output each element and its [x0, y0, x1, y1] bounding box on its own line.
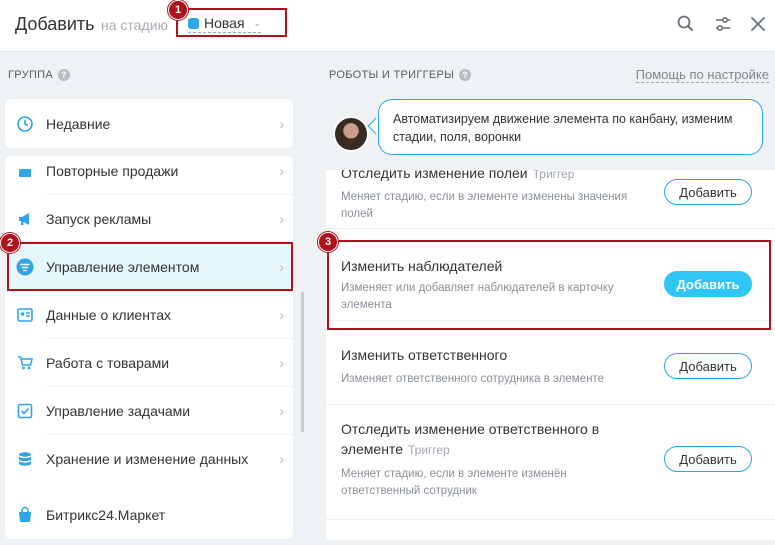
group-item-label: Работа с товарами — [46, 355, 170, 371]
group-item-label: Битрикс24.Маркет — [46, 506, 166, 523]
robots-title-text: РОБОТЫ И ТРИГГЕРЫ — [329, 69, 455, 81]
group-item-market[interactable]: Битрикс24.Маркет — [5, 490, 293, 539]
annotation-box-stage — [176, 8, 287, 37]
add-button[interactable]: Добавить — [664, 179, 752, 205]
add-robot-dialog: Добавить на стадию Новая ⌄ 1 ГРУППА ? Не… — [0, 0, 775, 545]
group-item-tasks[interactable]: Управление задачами › — [5, 387, 293, 435]
chevron-right-icon: › — [279, 451, 284, 467]
add-button[interactable]: Добавить — [664, 353, 752, 379]
history-icon — [17, 115, 33, 132]
group-list-scrollbar[interactable] — [301, 292, 304, 432]
group-item-label: Запуск рекламы — [46, 211, 152, 227]
chevron-right-icon: › — [279, 115, 284, 132]
robots-list: Отследить изменение полей Триггер Меняет … — [326, 170, 775, 540]
robot-description: Изменяет ответственного сотрудника в эле… — [341, 373, 604, 385]
repeat-sales-icon — [19, 169, 31, 177]
robot-title: Отследить изменение полей Триггер — [341, 170, 574, 184]
trigger-tag: Триггер — [532, 170, 575, 181]
annotation-badge-3: 3 — [318, 232, 338, 252]
help-icon[interactable]: ? — [58, 69, 70, 81]
settings-sliders-icon[interactable] — [712, 13, 734, 35]
header-bar: Добавить на стадию Новая ⌄ — [0, 0, 775, 52]
group-title-text: ГРУППА — [8, 69, 53, 81]
trigger-tag: Триггер — [407, 443, 450, 457]
at-stage-label: на стадию — [101, 17, 168, 33]
robot-description: Меняет стадию, если в элементе изменены … — [341, 191, 628, 220]
group-item-client-data[interactable]: Данные о клиентах › — [5, 291, 293, 339]
chevron-right-icon: › — [279, 163, 284, 179]
megaphone-icon — [19, 213, 29, 225]
close-icon[interactable] — [747, 13, 769, 35]
group-item-ad-launch[interactable]: Запуск рекламы › — [5, 195, 293, 243]
market-bag-icon — [19, 506, 31, 522]
task-check-icon — [17, 403, 33, 419]
group-item-recent[interactable]: Недавние › — [5, 99, 293, 148]
robots-section-title: РОБОТЫ И ТРИГГЕРЫ ? — [329, 69, 472, 81]
dialog-title: Добавить — [15, 14, 95, 34]
annotation-badge-1: 1 — [168, 0, 188, 20]
chevron-right-icon: › — [279, 211, 284, 227]
assistant-avatar — [333, 116, 369, 152]
group-item-label: Хранение и изменение данных — [46, 451, 249, 467]
contact-card-icon — [17, 308, 33, 322]
annotation-box-observers — [327, 240, 771, 330]
help-icon[interactable]: ? — [459, 69, 472, 81]
chevron-right-icon: › — [279, 307, 284, 323]
group-item-label: Управление задачами — [46, 403, 191, 419]
groups-card: Повторные продажи › Запуск рекламы › Упр… — [5, 156, 293, 529]
recent-card: Недавние › — [5, 99, 293, 148]
group-item-label: Повторные продажи — [46, 163, 179, 179]
add-button[interactable]: Добавить — [664, 446, 752, 472]
group-item-products[interactable]: Работа с товарами › — [5, 339, 293, 387]
database-icon — [19, 452, 31, 466]
annotation-box-group — [7, 242, 293, 291]
group-section-title: ГРУППА ? — [8, 69, 70, 81]
group-panel: ГРУППА ? Недавние › Повторные продажи › … — [0, 52, 313, 545]
robot-description: Меняет стадию, если в элементе изменён о… — [341, 468, 567, 497]
robot-item: Отследить изменение ответственного в эле… — [326, 405, 775, 520]
search-icon[interactable] — [675, 13, 697, 35]
market-card: Битрикс24.Маркет — [5, 490, 293, 539]
group-item-label: Недавние — [46, 115, 111, 132]
help-setup-link[interactable]: Помощь по настройке — [635, 67, 769, 83]
cart-icon — [18, 356, 34, 370]
assistant-bubble: Автоматизируем движение элемента по канб… — [378, 99, 763, 155]
annotation-badge-2: 2 — [0, 233, 20, 253]
group-item-data-storage[interactable]: Хранение и изменение данных › — [5, 435, 293, 483]
chevron-right-icon: › — [279, 403, 284, 419]
robot-item: Отследить изменение полей Триггер Меняет … — [326, 170, 775, 229]
robot-title: Отследить изменение ответственного в эле… — [341, 421, 600, 457]
group-item-label: Данные о клиентах — [46, 307, 171, 323]
group-item-repeat-sales[interactable]: Повторные продажи › — [5, 156, 293, 195]
chevron-right-icon: › — [279, 355, 284, 371]
robot-item: Изменить ответственного Изменяет ответст… — [326, 321, 775, 405]
robot-title: Изменить ответственного — [341, 347, 508, 363]
